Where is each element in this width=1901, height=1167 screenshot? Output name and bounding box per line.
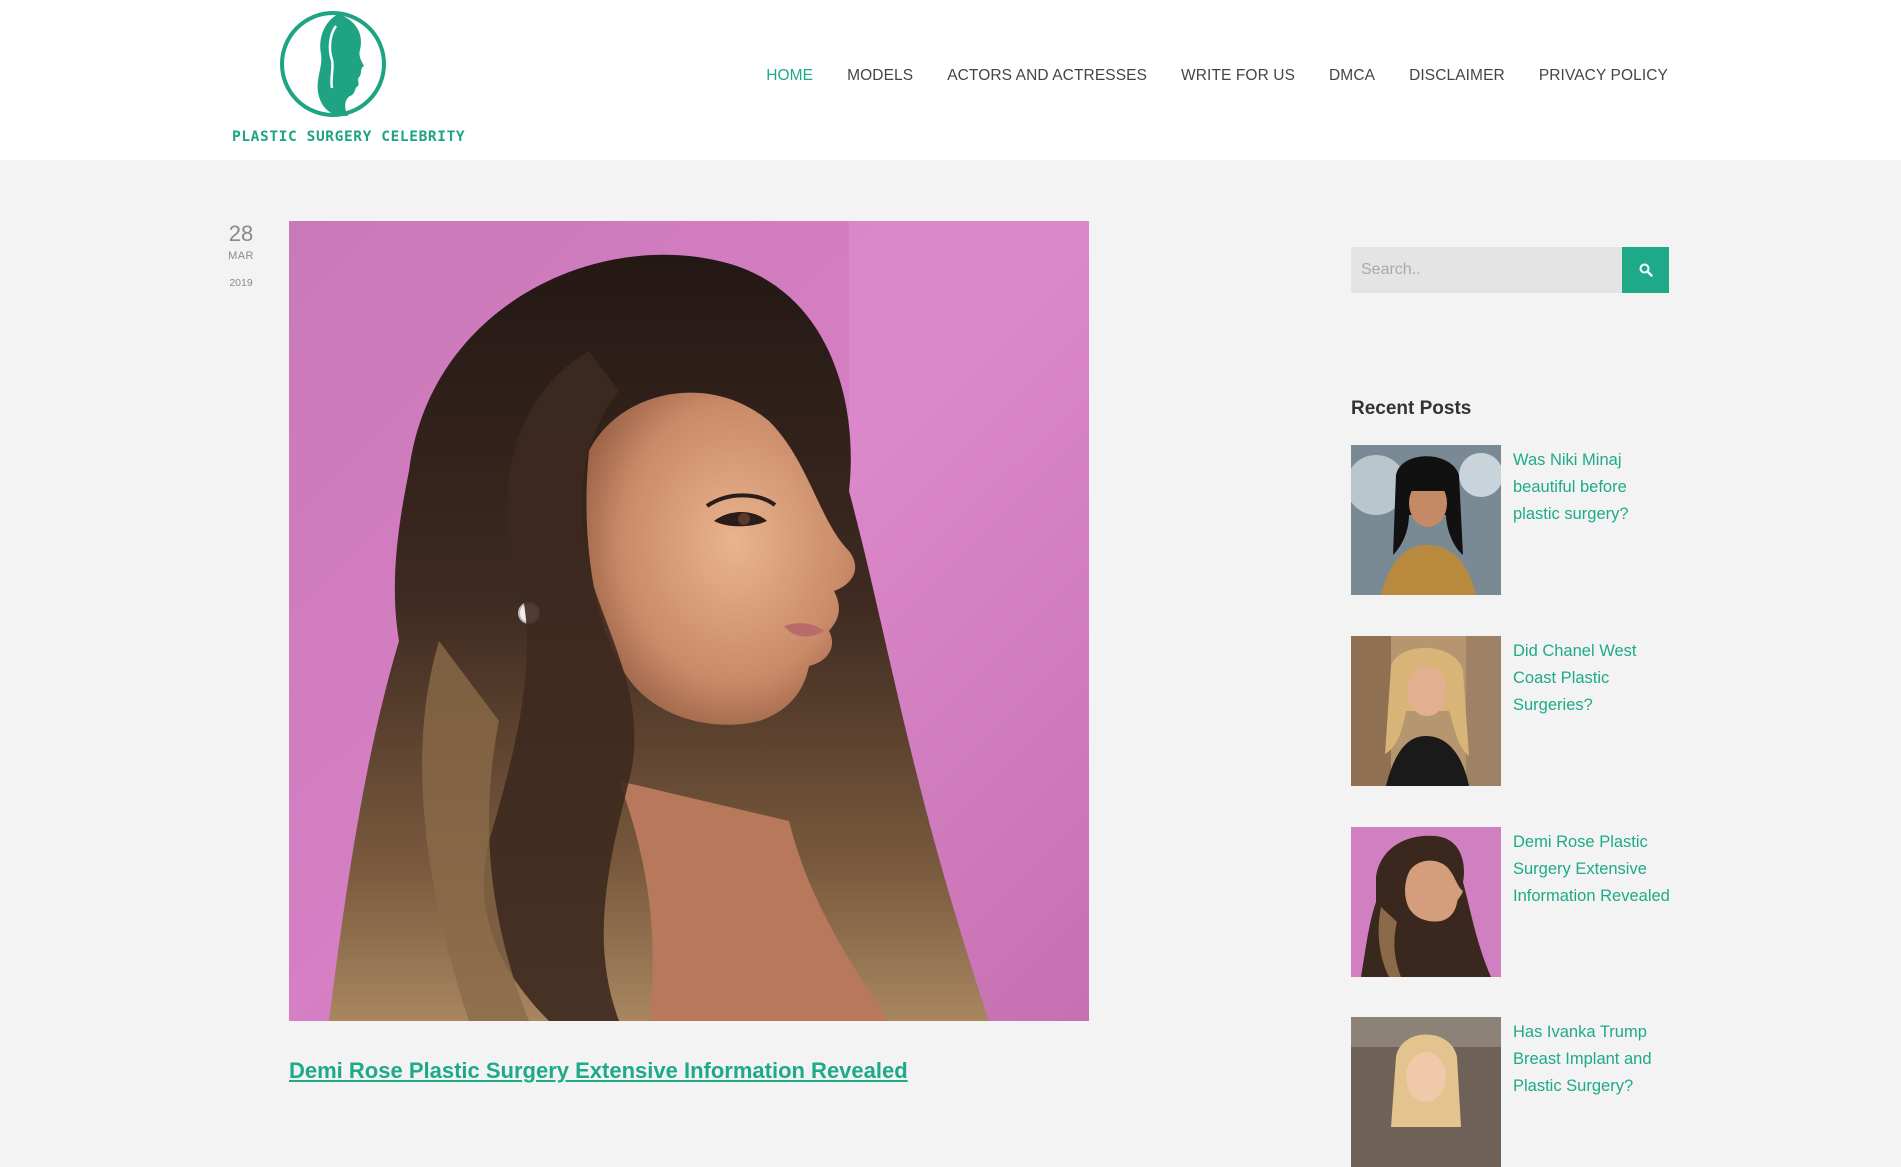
- nav-item-write-for-us[interactable]: WRITE FOR US: [1181, 67, 1295, 85]
- recent-post-thumbnail[interactable]: [1351, 445, 1501, 595]
- site-header: PLASTIC SURGERY CELEBRITY HOME MODELS AC…: [0, 0, 1901, 160]
- nav-item-actors-and-actresses[interactable]: ACTORS AND ACTRESSES: [947, 67, 1147, 85]
- post-title-link[interactable]: Demi Rose Plastic Surgery Extensive Info…: [289, 1058, 908, 1084]
- woman-pink-background-photo: [1351, 827, 1501, 977]
- nav-item-models[interactable]: MODELS: [847, 67, 913, 85]
- site-logo[interactable]: PLASTIC SURGERY CELEBRITY: [232, 8, 466, 153]
- recent-post-link[interactable]: Did Chanel West Coast Plastic Surgeries?: [1513, 638, 1673, 719]
- nav-item-disclaimer[interactable]: DISCLAIMER: [1409, 67, 1505, 85]
- recent-post-link[interactable]: Has Ivanka Trump Breast Implant and Plas…: [1513, 1019, 1673, 1100]
- blonde-woman-photo: [1351, 636, 1501, 786]
- recent-posts-heading: Recent Posts: [1351, 398, 1472, 419]
- logo-text: PLASTIC SURGERY CELEBRITY: [232, 129, 466, 145]
- post-date-year: 2019: [229, 277, 253, 289]
- post-featured-image[interactable]: [289, 221, 1089, 1021]
- woman-portrait-image: [289, 221, 1089, 1021]
- recent-post-item[interactable]: Did Chanel West Coast Plastic Surgeries?: [1351, 636, 1669, 786]
- search-input[interactable]: [1351, 247, 1622, 293]
- search-icon: [1639, 263, 1653, 277]
- nav-item-privacy-policy[interactable]: PRIVACY POLICY: [1539, 67, 1668, 85]
- recent-post-thumbnail[interactable]: [1351, 1017, 1501, 1167]
- recent-post-thumbnail[interactable]: [1351, 827, 1501, 977]
- blonde-woman-outdoor-photo: [1351, 1017, 1501, 1167]
- search-form: [1351, 247, 1669, 293]
- post-date-day: 28: [228, 221, 254, 246]
- recent-post-item[interactable]: Demi Rose Plastic Surgery Extensive Info…: [1351, 827, 1670, 977]
- main-nav: HOME MODELS ACTORS AND ACTRESSES WRITE F…: [766, 67, 1668, 85]
- recent-post-item[interactable]: Has Ivanka Trump Breast Implant and Plas…: [1351, 1017, 1669, 1167]
- recent-post-item[interactable]: Was Niki Minaj beautiful before plastic …: [1351, 445, 1669, 595]
- recent-post-link[interactable]: Demi Rose Plastic Surgery Extensive Info…: [1513, 829, 1673, 910]
- search-button[interactable]: [1622, 247, 1669, 293]
- woman-black-bangs-photo: [1351, 445, 1501, 595]
- woman-profile-logo-icon: [280, 11, 386, 117]
- recent-post-link[interactable]: Was Niki Minaj beautiful before plastic …: [1513, 447, 1673, 528]
- nav-item-home[interactable]: HOME: [766, 67, 813, 85]
- nav-item-dmca[interactable]: DMCA: [1329, 67, 1375, 85]
- recent-post-thumbnail[interactable]: [1351, 636, 1501, 786]
- post-date: 28 MAR 2019: [226, 221, 256, 290]
- post-date-month: MAR: [228, 250, 254, 262]
